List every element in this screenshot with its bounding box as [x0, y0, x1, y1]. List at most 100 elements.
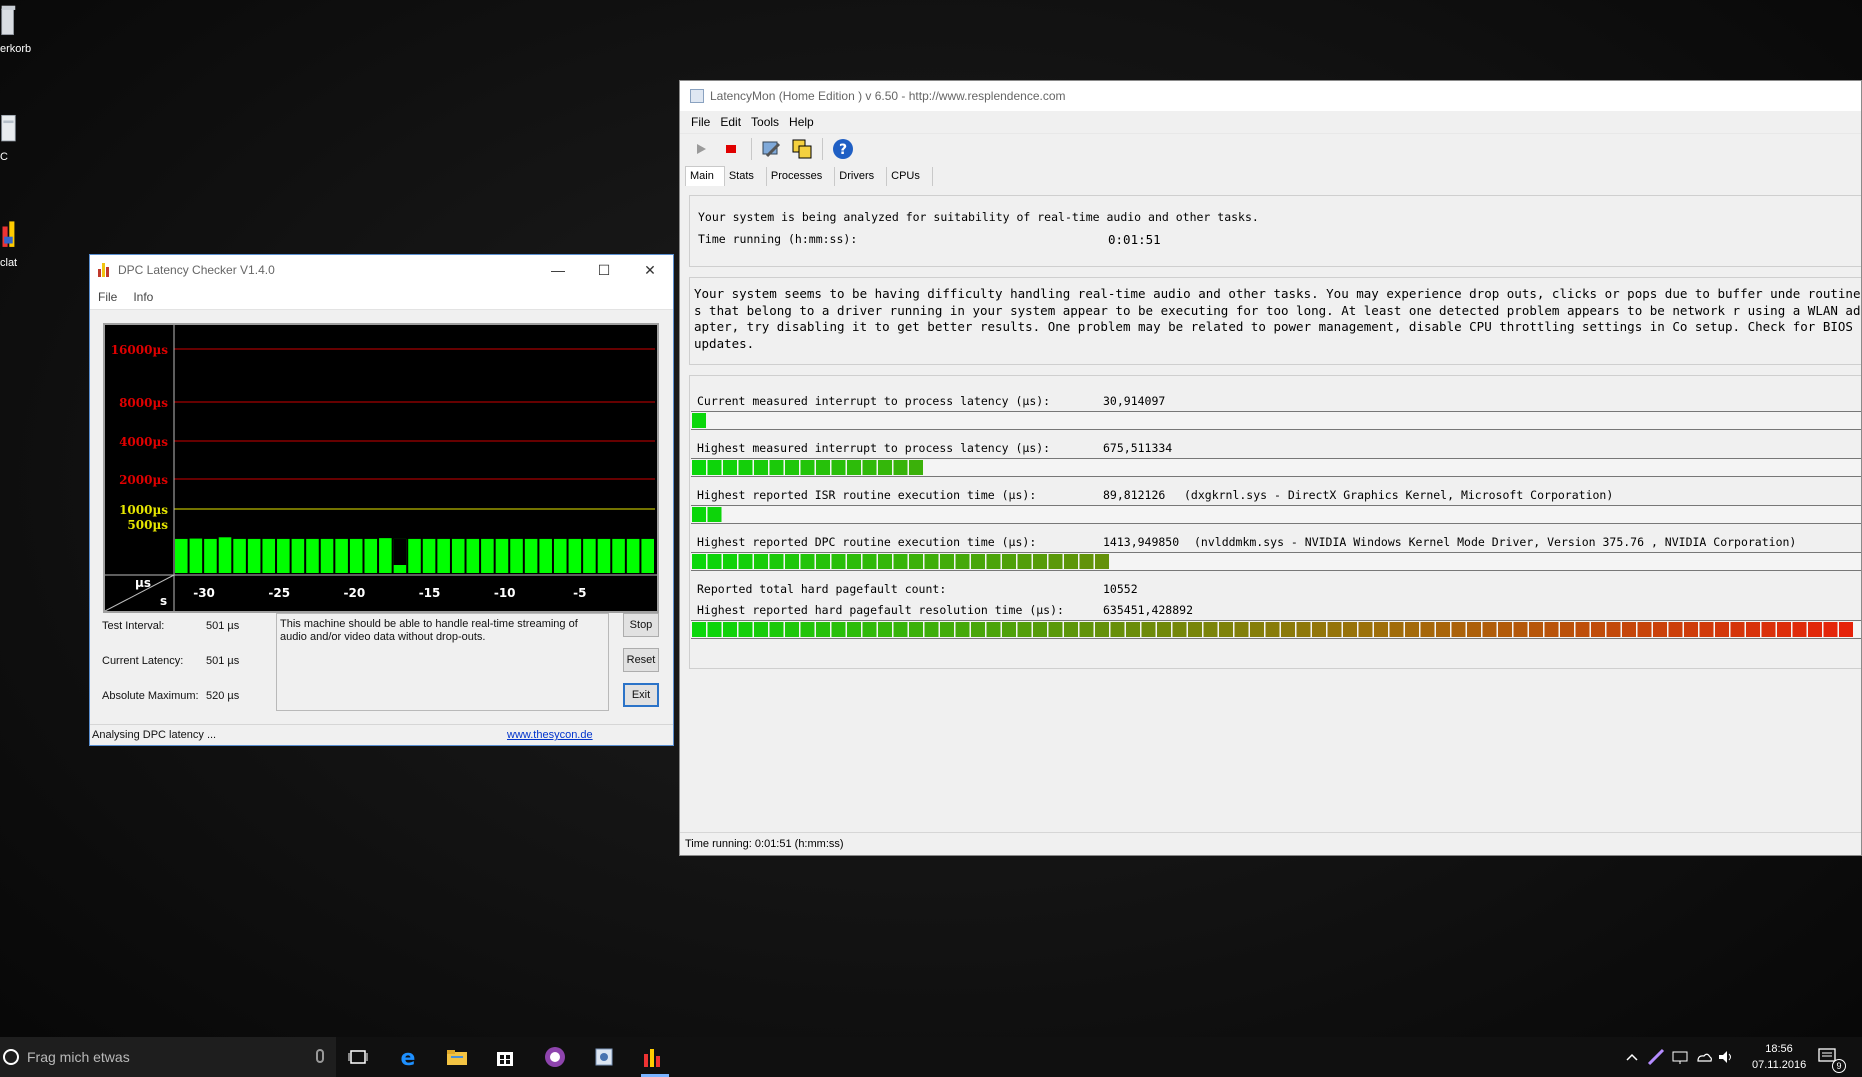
- summary-panel: Your system seems to be having difficult…: [689, 277, 1861, 365]
- level-segment: [769, 554, 784, 569]
- reset-button[interactable]: Reset: [623, 648, 659, 672]
- level-segment: [785, 622, 799, 637]
- latency-bar: [510, 538, 523, 573]
- network-icon[interactable]: [1668, 1045, 1692, 1069]
- latencymon-taskbar-icon[interactable]: [592, 1045, 616, 1069]
- close-button[interactable]: ✕: [627, 255, 673, 285]
- level-segment: [878, 460, 892, 475]
- level-segment: [754, 622, 768, 637]
- latencymon-titlebar[interactable]: LatencyMon (Home Edition ) v 6.50 - http…: [680, 81, 1861, 111]
- tab-drivers[interactable]: Drivers: [835, 167, 888, 186]
- dpc-latency-chart: 500µs 1000µs 2000µs 4000µs 8000µs 16000µs µs s -…: [103, 323, 659, 613]
- menu-edit[interactable]: Edit: [720, 115, 741, 129]
- latency-bar: [466, 538, 480, 573]
- level-segment: [707, 554, 722, 569]
- show-hidden-icons-icon[interactable]: [1620, 1045, 1644, 1069]
- dpc-statusbar: Analysing DPC latency ... www.thesycon.d…: [90, 724, 673, 745]
- summary-text: Your system seems to be having difficult…: [694, 286, 1861, 351]
- level-segment: [862, 622, 877, 637]
- desktop-icon-dpclat[interactable]: clat: [0, 218, 40, 269]
- file-explorer-icon[interactable]: [445, 1045, 469, 1069]
- cortana-icon[interactable]: [3, 1049, 19, 1065]
- thesycon-link[interactable]: www.thesycon.de: [507, 729, 593, 741]
- system-clock[interactable]: 18:56 07.11.2016: [1752, 1041, 1806, 1073]
- latency-bar: [481, 538, 494, 573]
- stop-icon[interactable]: [718, 136, 744, 162]
- metrics-panel: Current measured interrupt to process la…: [689, 375, 1861, 669]
- level-segment: [940, 554, 954, 569]
- dpc-latency-checker-window[interactable]: DPC Latency Checker V1.4.0 — ☐ ✕ File In…: [89, 254, 674, 746]
- menu-file[interactable]: File: [98, 290, 117, 304]
- maximize-button[interactable]: ☐: [581, 255, 627, 285]
- isr-time-label: Highest reported ISR routine execution t…: [697, 488, 1037, 502]
- level-segment: [785, 554, 799, 569]
- time-running-value: 0:01:51: [1108, 232, 1161, 247]
- level-segment: [955, 622, 970, 637]
- app-icon[interactable]: [543, 1045, 567, 1069]
- minimize-button[interactable]: —: [535, 255, 581, 285]
- menu-tools[interactable]: Tools: [751, 115, 779, 129]
- stop-button[interactable]: Stop: [623, 613, 659, 637]
- desktop-icon-recycle-bin[interactable]: erkorb: [0, 4, 40, 55]
- tab-main[interactable]: Main: [685, 166, 725, 186]
- dpc-taskbar-icon[interactable]: [641, 1045, 665, 1069]
- edge-icon[interactable]: e: [396, 1045, 420, 1069]
- help-icon[interactable]: ?: [830, 136, 856, 162]
- latency-bar: [539, 538, 552, 573]
- x-tick-label: -5: [573, 586, 586, 600]
- level-segment: [893, 622, 908, 637]
- axis-unit-s: s: [160, 594, 167, 608]
- tab-stats[interactable]: Stats: [725, 167, 767, 186]
- level-segment: [1327, 622, 1342, 637]
- dpc-titlebar[interactable]: DPC Latency Checker V1.4.0 — ☐ ✕: [90, 255, 673, 285]
- latencymon-window[interactable]: LatencyMon (Home Edition ) v 6.50 - http…: [679, 80, 1862, 856]
- current-latency-value: 501 µs: [206, 655, 240, 667]
- wrench-icon[interactable]: [759, 136, 785, 162]
- computer-icon: [1, 114, 16, 142]
- dpc-time-value: 1413,949850: [1103, 535, 1180, 549]
- latencymon-window-title: LatencyMon (Home Edition ) v 6.50 - http…: [710, 89, 1066, 103]
- windows-icon[interactable]: [789, 136, 815, 162]
- microphone-icon[interactable]: [316, 1049, 324, 1063]
- absolute-maximum-value: 520 µs: [206, 690, 240, 702]
- menu-file[interactable]: File: [691, 115, 710, 129]
- level-segment: [692, 460, 706, 475]
- search-box[interactable]: Frag mich etwas: [0, 1037, 336, 1077]
- level-segment: [1033, 622, 1047, 637]
- menu-info[interactable]: Info: [133, 290, 153, 304]
- onedrive-icon[interactable]: [1692, 1045, 1716, 1069]
- level-segment: [1637, 622, 1652, 637]
- level-segment: [1746, 622, 1760, 637]
- level-segment: [1079, 554, 1094, 569]
- level-segment: [1343, 622, 1357, 637]
- menu-help[interactable]: Help: [789, 115, 814, 129]
- level-segment: [1777, 622, 1791, 637]
- level-segment: [1126, 622, 1140, 637]
- level-segment: [971, 622, 985, 637]
- tab-processes[interactable]: Processes: [767, 167, 836, 186]
- level-segment: [831, 554, 846, 569]
- latency-bar: [291, 538, 305, 573]
- level-segment: [769, 622, 784, 637]
- level-segment: [1188, 622, 1202, 637]
- level-segment: [924, 622, 939, 637]
- latency-bar: [583, 538, 596, 573]
- exit-button[interactable]: Exit: [623, 683, 659, 707]
- level-segment: [1823, 622, 1838, 637]
- level-segment: [1203, 622, 1218, 637]
- level-segment: [909, 622, 923, 637]
- tab-cpus[interactable]: CPUs: [887, 167, 933, 186]
- level-segment: [692, 554, 706, 569]
- pen-icon[interactable]: [1644, 1045, 1668, 1069]
- store-icon[interactable]: [493, 1045, 517, 1069]
- level-segment: [800, 554, 815, 569]
- level-segment: [1575, 622, 1590, 637]
- play-icon[interactable]: [688, 136, 714, 162]
- volume-icon[interactable]: [1714, 1045, 1738, 1069]
- desktop-icon-this-pc[interactable]: C: [0, 112, 40, 163]
- task-view-icon[interactable]: [346, 1045, 370, 1069]
- test-interval-value: 501 µs: [206, 620, 240, 632]
- highest-latency-label: Highest measured interrupt to process la…: [697, 441, 1051, 455]
- level-segment: [692, 507, 706, 522]
- pagefault-count-value: 10552: [1103, 582, 1138, 596]
